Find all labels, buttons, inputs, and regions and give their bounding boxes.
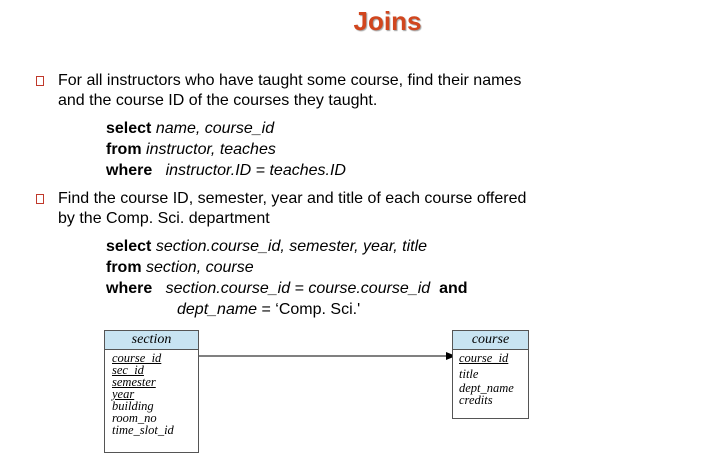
attribute-course-id: course_id	[459, 351, 509, 365]
course-table: course course_id title dept_name credits	[452, 330, 529, 419]
course-table-name: course	[453, 331, 528, 350]
section-table-name: section	[105, 331, 198, 350]
attribute-credits: credits	[459, 393, 493, 407]
section-table: section course_id sec_id semester year b…	[104, 330, 199, 453]
attribute-title: title	[459, 367, 479, 381]
attribute-time-slot-id: time_slot_id	[112, 423, 174, 437]
course-attribute-list: course_id title dept_name credits	[453, 350, 528, 407]
section-attribute-list: course_id sec_id semester year building …	[105, 350, 198, 437]
